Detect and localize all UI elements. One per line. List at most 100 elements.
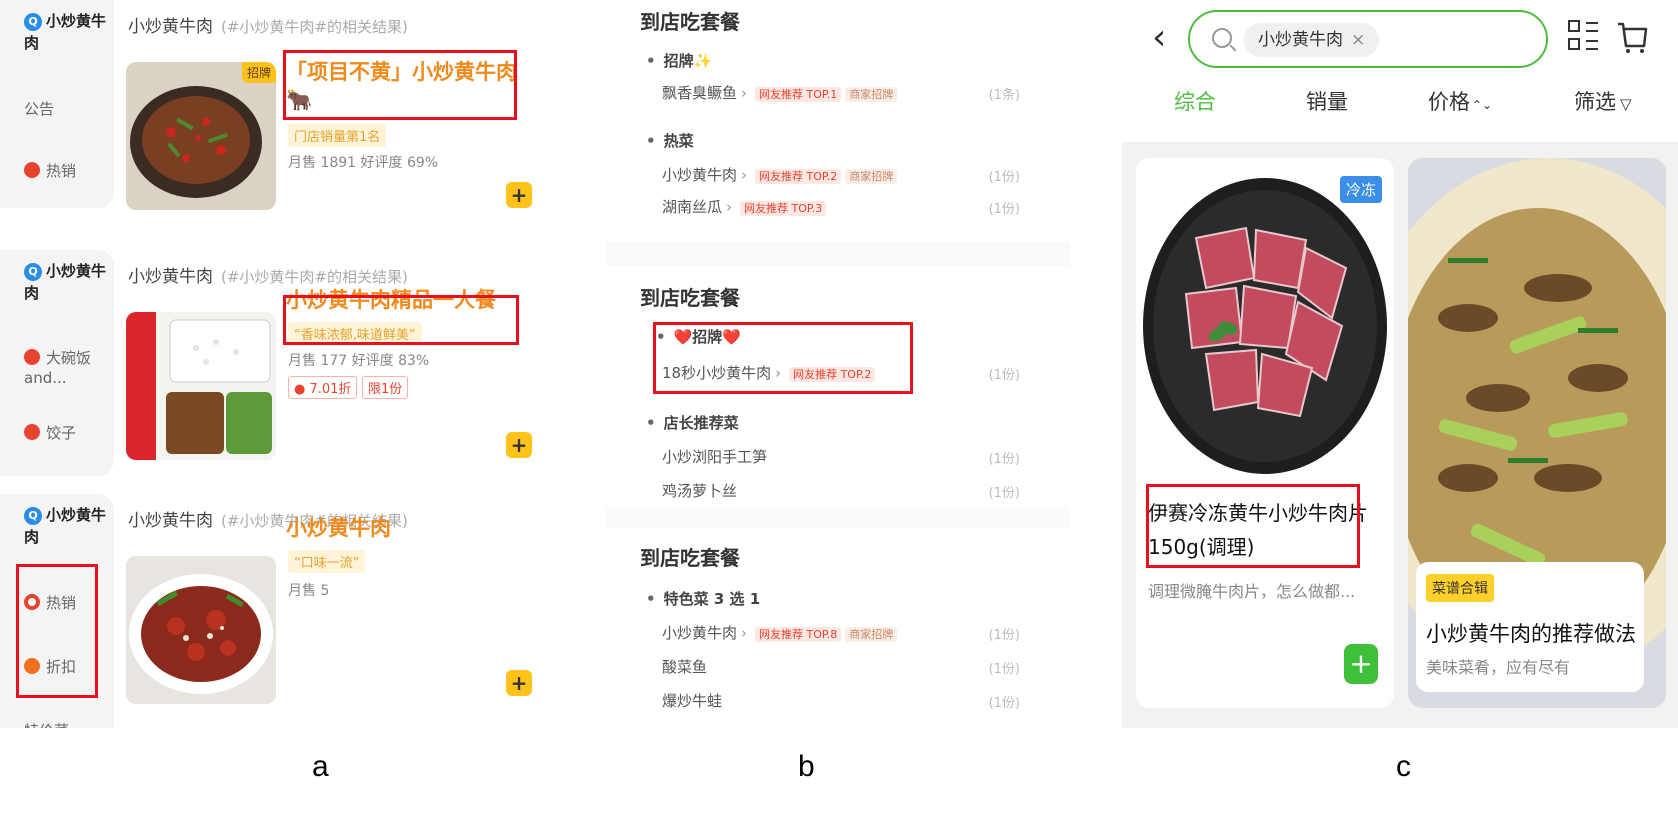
set-meal-card[interactable]: 到店吃套餐 ❤️招牌❤️ 18秒小炒黄牛肉›网友推荐 TOP.2 (1份) 店长… xyxy=(606,266,1070,508)
panel-caption: c xyxy=(1396,750,1411,783)
sidebar-item-hot[interactable]: 热销 xyxy=(24,592,76,613)
dish-image[interactable] xyxy=(126,312,276,460)
tab-price[interactable]: 价格 ⌃⌄ xyxy=(1428,86,1492,116)
panel-caption: b xyxy=(798,750,815,783)
dish-item[interactable]: 18秒小炒黄牛肉 › 网友推荐 TOP.2 xyxy=(662,362,876,383)
set-meal-title: 到店吃套餐 xyxy=(640,286,740,310)
set-meal-title: 到店吃套餐 xyxy=(640,10,740,34)
cart-icon[interactable] xyxy=(1616,20,1648,54)
tab-overall[interactable]: 综合 xyxy=(1174,86,1216,116)
dish-item[interactable]: 爆炒牛蛙 xyxy=(662,690,722,711)
dish-group-name: 店长推荐菜 xyxy=(646,412,739,433)
dish-item[interactable]: 小炒黄牛肉 › 网友推荐 TOP.8 商家招牌 xyxy=(662,622,898,643)
add-to-cart-button[interactable]: + xyxy=(506,432,532,458)
sidebar-item-dumplings[interactable]: 饺子 xyxy=(24,422,76,443)
sales-rank-tag: 门店销量第1名 xyxy=(288,124,387,147)
panel-a-shop-search: Q 小炒黄牛肉 小炒黄牛肉 (#小炒黄牛肉#的相关结果) 公告 热销 招牌 「项目不… xyxy=(0,0,560,728)
recipe-subtitle: 美味菜肴，应有尽有 xyxy=(1426,658,1571,677)
sales-meta: 月售 5 xyxy=(288,583,330,599)
back-button[interactable]: ‹ xyxy=(1152,18,1166,58)
set-meal-card[interactable]: 到店吃套餐 招牌✨ 飘香臭鳜鱼›网友推荐 TOP.1商家招牌 (1条) 热菜 小… xyxy=(606,0,1070,242)
sales-meta: 月售 1891 好评度 69% xyxy=(288,155,439,171)
panel-c-grocery-search: ‹ 小炒黄牛肉 × 综合 销量 价格 ⌃⌄ 筛选 ▽ 冷冻 伊赛冷冻黄牛小炒牛肉… xyxy=(1122,0,1678,728)
add-to-cart-button[interactable]: + xyxy=(506,182,532,208)
chevron-right-icon: › xyxy=(775,364,782,382)
signature-tag: 商家招牌 xyxy=(845,627,898,642)
clear-icon[interactable]: × xyxy=(1351,30,1365,50)
dish-qty: (1份) xyxy=(988,628,1020,643)
rank-tag: 网友推荐 TOP.2 xyxy=(789,367,876,382)
sort-tabs: 综合 销量 价格 ⌃⌄ 筛选 ▽ xyxy=(1122,86,1678,126)
dish-title[interactable]: 小炒黄牛肉精品一人餐 xyxy=(286,286,496,314)
limit-tag: 限1份 xyxy=(362,376,409,399)
add-to-cart-button[interactable]: + xyxy=(1344,644,1378,684)
category-dot-icon xyxy=(24,349,40,365)
panel-b-set-meals: 到店吃套餐 招牌✨ 飘香臭鳜鱼›网友推荐 TOP.1商家招牌 (1条) 热菜 小… xyxy=(606,0,1070,728)
dish-image[interactable] xyxy=(126,556,276,704)
dish-qty: (1份) xyxy=(988,486,1020,501)
product-name[interactable]: 伊赛冷冻黄牛小炒牛肉片150g(调理) xyxy=(1148,496,1380,564)
rank-tag: 网友推荐 TOP.3 xyxy=(740,201,827,216)
sidebar-item-rice[interactable]: 大碗饭and... xyxy=(24,348,104,388)
dish-qty: (1份) xyxy=(988,696,1020,711)
dish-item[interactable]: 鸡汤萝卜丝 xyxy=(662,480,737,501)
dish-image[interactable]: 招牌 xyxy=(126,62,276,210)
set-meal-photo xyxy=(126,312,276,460)
dish-item[interactable]: 小炒黄牛肉 › 网友推荐 TOP.2 商家招牌 xyxy=(662,164,898,185)
fire-icon xyxy=(24,162,40,178)
add-to-cart-button[interactable]: + xyxy=(506,670,532,696)
dish-item[interactable]: 飘香臭鳜鱼 › 网友推荐 TOP.1 商家招牌 xyxy=(662,82,898,103)
fire-icon xyxy=(24,594,40,610)
dish-item[interactable]: 湖南丝瓜 › 网友推荐 TOP.3 xyxy=(662,196,827,217)
dish-qty: (1份) xyxy=(988,452,1020,467)
product-card[interactable]: 冷冻 伊赛冷冻黄牛小炒牛肉片150g(调理) 调理微腌牛肉片，怎么做都... + xyxy=(1136,158,1394,708)
category-dot-icon xyxy=(24,424,40,440)
dish-title[interactable]: 小炒黄牛肉 xyxy=(286,514,391,542)
search-result-section: Q小炒黄牛肉 小炒黄牛肉(#小炒黄牛肉#的相关结果) 热销 折扣 特价菜 小炒黄… xyxy=(0,494,560,728)
dish-qty: (1条) xyxy=(988,88,1020,103)
shop-name[interactable]: Q 小炒黄牛肉 xyxy=(24,10,110,54)
sidebar-item-discount[interactable]: 折扣 xyxy=(24,656,76,677)
result-hint: (#小炒黄牛肉#的相关结果) xyxy=(221,268,408,286)
dish-title[interactable]: 「项目不黄」小炒黄牛肉🐂 xyxy=(286,58,518,114)
slogan-tag: “口味一流” xyxy=(288,550,366,573)
product-description: 调理微腌牛肉片，怎么做都... xyxy=(1148,582,1356,601)
search-bar[interactable]: 小炒黄牛肉 × xyxy=(1188,10,1548,68)
shop-logo-icon: Q xyxy=(24,263,42,281)
tab-filter[interactable]: 筛选 ▽ xyxy=(1574,86,1632,116)
layout-toggle-icon[interactable] xyxy=(1568,20,1598,54)
result-hint: (#小炒黄牛肉#的相关结果) xyxy=(221,18,408,36)
shop-name[interactable]: Q 小炒黄牛肉 xyxy=(24,504,110,548)
sort-arrows-icon: ⌃⌄ xyxy=(1472,98,1493,112)
shop-name[interactable]: Q 小炒黄牛肉 xyxy=(24,260,110,304)
coupon-icon: ● xyxy=(294,382,310,397)
rank-tag: 网友推荐 TOP.1 xyxy=(755,87,842,102)
beef-dish-photo xyxy=(126,62,276,210)
filter-icon: ▽ xyxy=(1620,95,1632,113)
discount-tag: ● 7.01折 xyxy=(288,376,358,399)
dish-item[interactable]: 小炒浏阳手工笋 xyxy=(662,446,767,467)
sidebar-item-special[interactable]: 特价菜 xyxy=(24,720,69,728)
dish-qty: (1份) xyxy=(988,170,1020,185)
chevron-left-icon: ‹ xyxy=(1152,17,1167,58)
recipe-title: 小炒黄牛肉的推荐做法 xyxy=(1426,622,1636,646)
frozen-badge: 冷冻 xyxy=(1339,176,1382,203)
chevron-right-icon: › xyxy=(741,84,748,102)
recipe-info[interactable]: 菜谱合辑 小炒黄牛肉的推荐做法 美味菜肴，应有尽有 xyxy=(1416,562,1644,692)
sidebar-item-notice[interactable]: 公告 xyxy=(24,98,54,119)
search-result-section: Q 小炒黄牛肉 小炒黄牛肉 (#小炒黄牛肉#的相关结果) 大碗饭and... 饺子 … xyxy=(0,250,560,476)
set-meal-card[interactable]: 到店吃套餐 特色菜 3 选 1 小炒黄牛肉›网友推荐 TOP.8商家招牌 (1份… xyxy=(606,528,1070,728)
dish-group-name: 热菜 xyxy=(646,130,694,151)
sidebar-item-hot[interactable]: 热销 xyxy=(24,160,76,181)
search-keyword-chip[interactable]: 小炒黄牛肉 × xyxy=(1244,23,1380,57)
chevron-right-icon: › xyxy=(726,198,733,216)
dish-group-name: 特色菜 3 选 1 xyxy=(646,588,761,609)
sales-meta: 月售 177 好评度 83% xyxy=(288,353,430,369)
chevron-right-icon: › xyxy=(741,166,748,184)
signature-tag: 商家招牌 xyxy=(845,169,898,184)
dish-item[interactable]: 酸菜鱼 xyxy=(662,656,707,677)
rank-tag: 网友推荐 TOP.8 xyxy=(755,627,842,642)
tab-sales[interactable]: 销量 xyxy=(1306,86,1348,116)
result-heading: 小炒黄牛肉 (#小炒黄牛肉#的相关结果) xyxy=(128,267,408,287)
recipe-card[interactable]: 菜谱合辑 小炒黄牛肉的推荐做法 美味菜肴，应有尽有 xyxy=(1408,158,1666,708)
